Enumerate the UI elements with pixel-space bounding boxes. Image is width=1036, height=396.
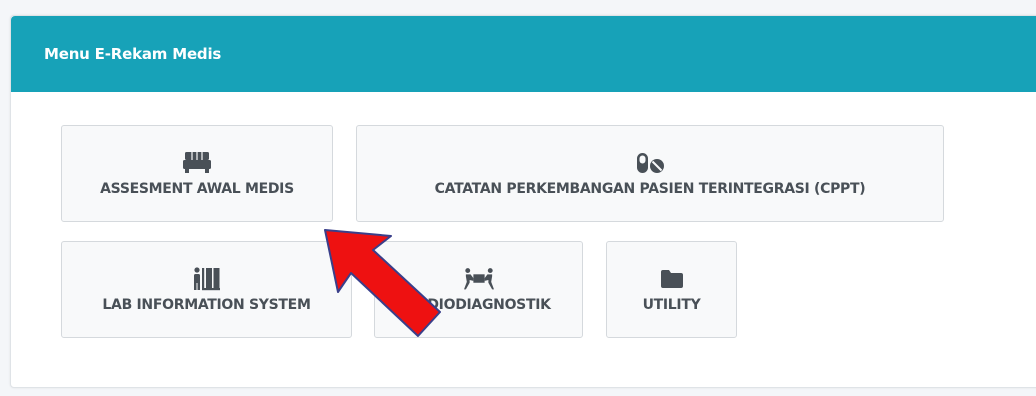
card-header: Menu E-Rekam Medis: [11, 16, 1036, 92]
lab-information-system-button[interactable]: LAB INFORMATION SYSTEM: [61, 241, 352, 338]
lab-information-system-label: LAB INFORMATION SYSTEM: [102, 297, 311, 313]
people-carry-icon: [463, 266, 494, 292]
radiodiagnostik-button[interactable]: RADIODIAGNOSTIK: [374, 241, 583, 338]
pills-icon: [635, 150, 665, 176]
folder-icon: [657, 266, 687, 292]
person-dolly-icon: [192, 266, 222, 292]
utility-button[interactable]: UTILITY: [606, 241, 737, 338]
utility-label: UTILITY: [642, 297, 701, 313]
card-title: Menu E-Rekam Medis: [44, 45, 222, 63]
cppt-button[interactable]: CATATAN PERKEMBANGAN PASIEN TERINTEGRASI…: [356, 125, 944, 222]
radiodiagnostik-label: RADIODIAGNOSTIK: [406, 297, 551, 313]
assesment-awal-medis-label: ASSESMENT AWAL MEDIS: [100, 181, 294, 197]
couch-icon: [182, 150, 212, 176]
cppt-label: CATATAN PERKEMBANGAN PASIEN TERINTEGRASI…: [434, 181, 866, 197]
assesment-awal-medis-button[interactable]: ASSESMENT AWAL MEDIS: [61, 125, 333, 222]
